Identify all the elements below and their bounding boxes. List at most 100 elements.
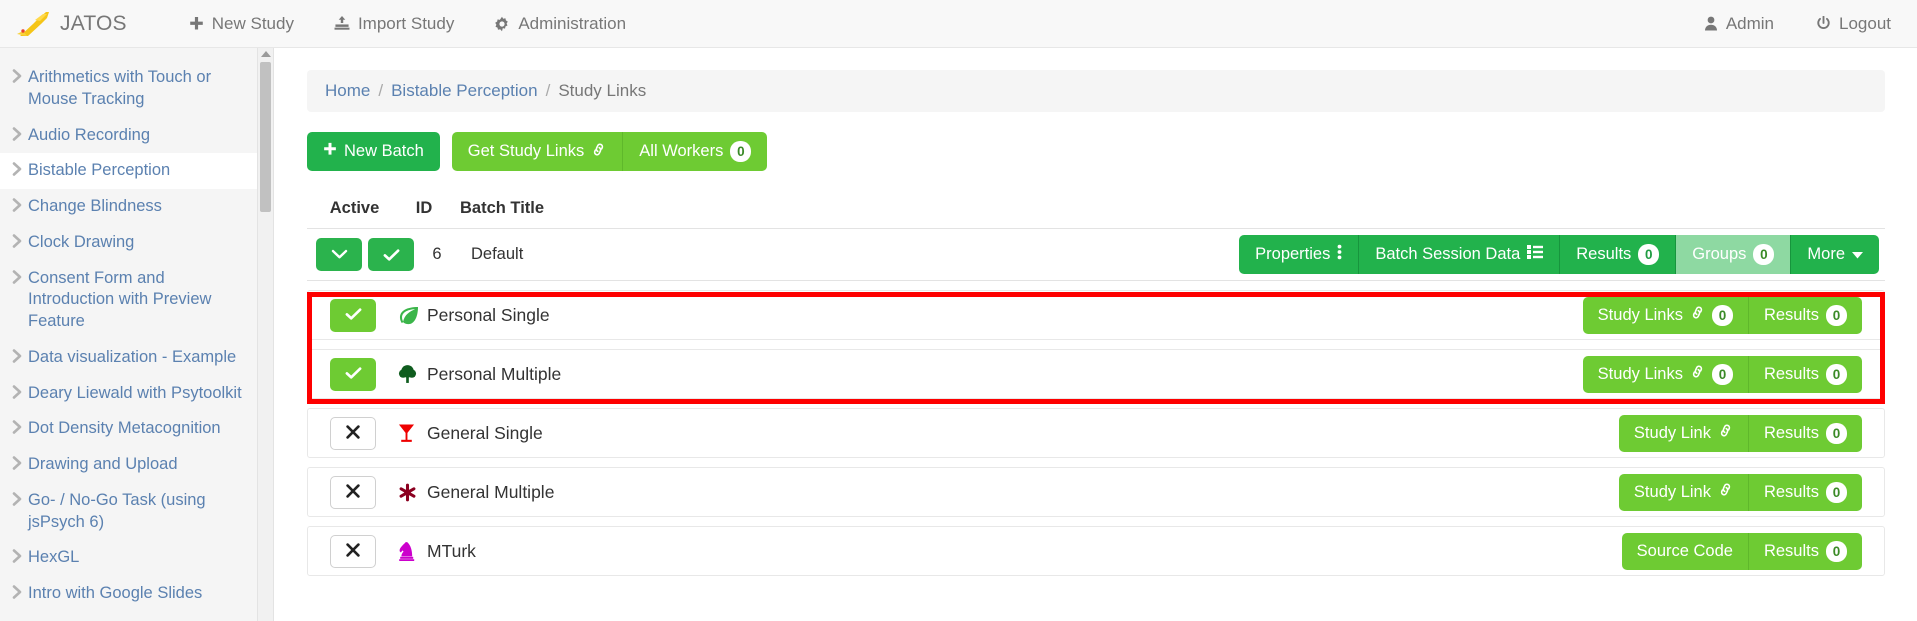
content-scrollbar[interactable] bbox=[258, 48, 274, 621]
worker-mturk-source-code-button[interactable]: Source Code bbox=[1621, 532, 1748, 570]
sidebar-item-label: Bistable Perception bbox=[28, 161, 171, 180]
worker-toggle-general-single[interactable] bbox=[330, 416, 376, 450]
batch-id: 6 bbox=[432, 245, 442, 263]
link-icon bbox=[591, 142, 606, 162]
x-icon bbox=[346, 542, 360, 560]
sidebar-item-label: Change Blindness bbox=[28, 197, 162, 216]
nav-item-import-study[interactable]: Import Study bbox=[334, 14, 454, 34]
check-icon bbox=[345, 366, 362, 383]
column-header-active: Active bbox=[329, 199, 380, 217]
nav-item-administration-label: Administration bbox=[518, 13, 627, 33]
worker-action-group: Source Code Results 0 bbox=[1621, 532, 1862, 570]
sidebar-item-change-blindness[interactable]: Change Blindness bbox=[0, 189, 257, 225]
sidebar-item-arithmetics-with-touch-or-mouse-tracking[interactable]: Arithmetics with Touch or Mouse Tracking bbox=[0, 60, 257, 118]
worker-personal-multiple-results-button[interactable]: Results 0 bbox=[1747, 355, 1862, 393]
batch-title: Default bbox=[471, 245, 524, 263]
nav-right-links: Admin Logout bbox=[1662, 14, 1891, 34]
breadcrumb-home[interactable]: Home bbox=[325, 81, 370, 100]
worker-personal-single-study-links-button[interactable]: Study Links 0 bbox=[1582, 296, 1748, 334]
nav-item-admin-label: Admin bbox=[1725, 13, 1774, 33]
sidebar-item-go-no-go-task-using-jspsych-6[interactable]: Go- / No-Go Task (using jsPsych 6) bbox=[0, 483, 257, 541]
chevron-right-icon bbox=[12, 585, 22, 600]
worker-toggle-mturk[interactable] bbox=[330, 534, 376, 568]
batch-more-label: More bbox=[1807, 245, 1845, 263]
worker-action-badge: 0 bbox=[1826, 363, 1847, 385]
batch-results-button[interactable]: Results 0 bbox=[1559, 235, 1676, 274]
worker-type-label: MTurk bbox=[427, 540, 476, 561]
x-icon bbox=[346, 483, 360, 501]
asterisk-flower-icon bbox=[398, 483, 420, 502]
sidebar-item-label: Deary Liewald with Psytoolkit bbox=[28, 383, 242, 402]
sidebar-item-consent-form-and-introduction-with-preview-feature[interactable]: Consent Form and Introduction with Previ… bbox=[0, 261, 257, 340]
chess-knight-icon bbox=[398, 541, 420, 561]
worker-action-badge: 0 bbox=[1826, 540, 1847, 562]
worker-general-single-study-link-button[interactable]: Study Link bbox=[1618, 414, 1748, 452]
sidebar-item-bistable-perception[interactable]: Bistable Perception bbox=[0, 153, 257, 190]
chevron-right-icon bbox=[12, 492, 22, 506]
scrollbar-thumb[interactable] bbox=[260, 62, 271, 212]
sidebar-item-data-visualization-example[interactable]: Data visualization - Example bbox=[0, 340, 257, 376]
jatos-rocket-logo[interactable] bbox=[12, 7, 54, 41]
link-icon bbox=[1690, 364, 1705, 384]
worker-action-badge: 0 bbox=[1826, 481, 1847, 503]
worker-action-badge: 0 bbox=[1711, 363, 1733, 385]
new-batch-button[interactable]: New Batch bbox=[307, 132, 440, 171]
batch-groups-button[interactable]: Groups 0 bbox=[1675, 235, 1791, 274]
batch-session-data-button[interactable]: Batch Session Data bbox=[1358, 235, 1560, 274]
nav-item-administration[interactable]: Administration bbox=[494, 14, 626, 34]
breadcrumb: Home / Bistable Perception / Study Links bbox=[307, 70, 1885, 112]
worker-toggle-personal-multiple[interactable] bbox=[330, 357, 376, 391]
worker-action-group: Study Links 0 Results 0 bbox=[1582, 296, 1862, 334]
worker-general-multiple-study-link-button[interactable]: Study Link bbox=[1618, 473, 1748, 511]
worker-toggle-personal-single[interactable] bbox=[330, 298, 376, 332]
tree-icon bbox=[398, 364, 420, 384]
chevron-right-icon bbox=[12, 198, 22, 212]
all-workers-label: All Workers bbox=[639, 142, 724, 160]
batch-expand-button[interactable] bbox=[316, 238, 362, 271]
chevron-right-icon bbox=[12, 162, 22, 177]
chevron-right-icon bbox=[12, 384, 22, 399]
worker-mturk-results-button[interactable]: Results 0 bbox=[1747, 532, 1862, 570]
batch-more-button[interactable]: More bbox=[1790, 235, 1879, 274]
batch-results-label: Results bbox=[1576, 245, 1632, 263]
nav-item-new-study[interactable]: New Study bbox=[189, 14, 294, 34]
worker-general-single-results-button[interactable]: Results 0 bbox=[1747, 414, 1862, 452]
sidebar-item-hexgl[interactable]: HexGL bbox=[0, 540, 257, 576]
sidebar-item-clock-drawing[interactable]: Clock Drawing bbox=[0, 225, 257, 261]
get-study-links-button[interactable]: Get Study Links bbox=[451, 132, 623, 171]
worker-general-multiple-results-button[interactable]: Results 0 bbox=[1747, 473, 1862, 511]
breadcrumb-current: Study Links bbox=[558, 81, 647, 100]
sidebar-item-label: Drawing and Upload bbox=[28, 455, 178, 474]
worker-personal-single-results-button[interactable]: Results 0 bbox=[1747, 296, 1862, 334]
batch-active-toggle[interactable] bbox=[368, 238, 414, 271]
sidebar-item-drawing-and-upload[interactable]: Drawing and Upload bbox=[0, 447, 257, 483]
all-workers-button[interactable]: All Workers 0 bbox=[622, 132, 768, 171]
chevron-right-icon bbox=[12, 69, 22, 83]
worker-action-label: Results bbox=[1763, 423, 1819, 442]
sidebar-item-dot-density-metacognition[interactable]: Dot Density Metacognition bbox=[0, 411, 257, 447]
top-navbar: JATOS New Study Import Study Administrat… bbox=[0, 0, 1917, 48]
link-icon bbox=[1690, 305, 1705, 325]
nav-links: New Study Import Study Administration bbox=[189, 14, 666, 34]
worker-personal-multiple-study-links-button[interactable]: Study Links 0 bbox=[1582, 355, 1748, 393]
nav-item-logout[interactable]: Logout bbox=[1816, 14, 1891, 34]
worker-action-label: Results bbox=[1763, 482, 1819, 501]
nav-item-admin[interactable]: Admin bbox=[1704, 14, 1774, 34]
sidebar-item-intro-with-google-slides[interactable]: Intro with Google Slides bbox=[0, 576, 257, 612]
sidebar-item-deary-liewald-with-psytoolkit[interactable]: Deary Liewald with Psytoolkit bbox=[0, 376, 257, 412]
worker-action-group: Study Link Results 0 bbox=[1618, 473, 1862, 511]
worker-action-label: Study Links bbox=[1597, 364, 1683, 383]
batch-properties-button[interactable]: Properties bbox=[1239, 235, 1359, 274]
worker-action-group: Study Links 0 Results 0 bbox=[1582, 355, 1862, 393]
scroll-up-arrow-icon[interactable] bbox=[261, 51, 271, 57]
sidebar-item-audio-recording[interactable]: Audio Recording bbox=[0, 118, 257, 154]
main-content: Home / Bistable Perception / Study Links New… bbox=[275, 48, 1917, 621]
breadcrumb-study[interactable]: Bistable Perception bbox=[391, 81, 537, 100]
brand-name[interactable]: JATOS bbox=[60, 12, 127, 36]
worker-action-label: Results bbox=[1763, 541, 1819, 560]
worker-row-mturk: MTurk Source Code Results 0 bbox=[307, 526, 1885, 576]
nav-item-logout-label: Logout bbox=[1839, 13, 1891, 33]
sidebar: Arithmetics with Touch or Mouse Tracking… bbox=[0, 48, 258, 621]
worker-toggle-general-multiple[interactable] bbox=[330, 475, 376, 509]
sidebar-item-label: Data visualization - Example bbox=[28, 347, 237, 366]
